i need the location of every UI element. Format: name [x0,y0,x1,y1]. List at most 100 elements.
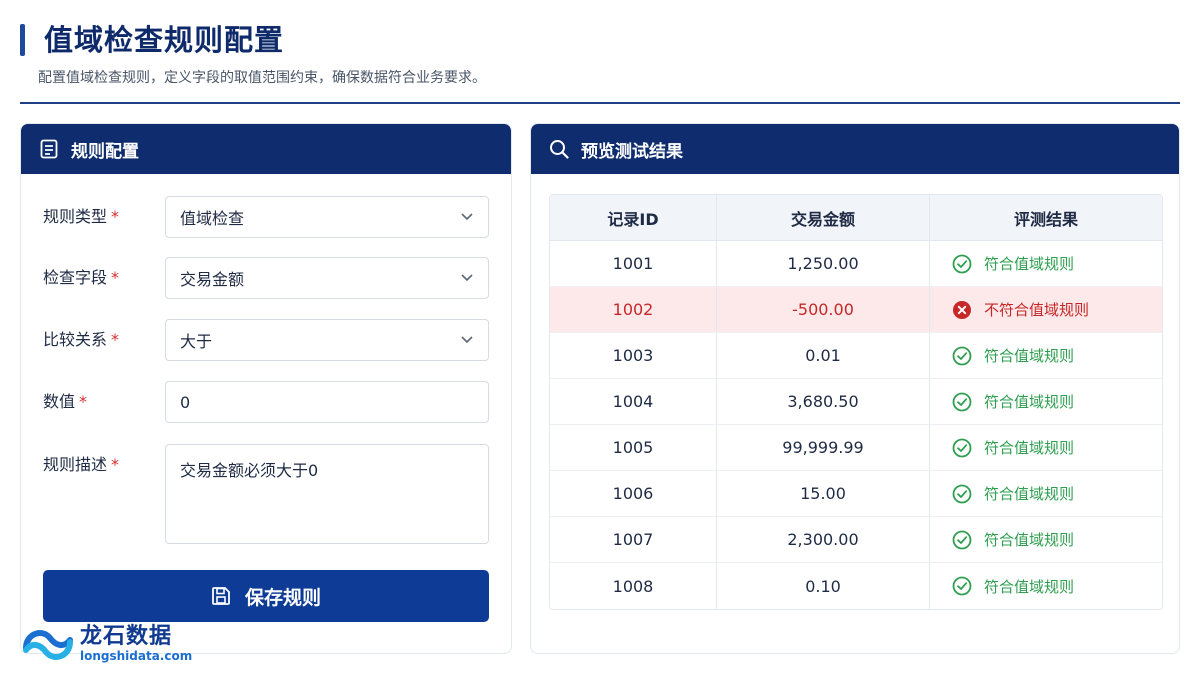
form-row-rule-type: 规则类型 * 值域检查 [43,196,489,238]
result-text: 符合值域规则 [984,393,1075,411]
result-cell: 符合值域规则 [930,241,1162,286]
rule-type-label: 规则类型 * [43,207,120,226]
table-row[interactable]: 1004 3,680.50 符合值域规则 [550,379,1162,425]
preview-result-panel: 预览测试结果 记录ID 交易金额 评测结果 1001 1,250.00 符合值域规则… [530,123,1180,654]
result-indicator: 符合值域规则 [952,576,1074,597]
amount-cell: 0.01 [717,333,930,378]
comparison-select[interactable]: 大于 [165,319,489,361]
amount-cell: -500.00 [717,287,930,332]
result-text: 符合值域规则 [984,531,1075,549]
preview-panel-title: 预览测试结果 [581,141,683,162]
record-id-cell: 1004 [550,379,717,424]
amount-cell: 0.10 [717,563,930,609]
table-row[interactable]: 1005 99,999.99 符合值域规则 [550,425,1162,471]
save-rule-button[interactable]: 保存规则 [43,570,489,622]
table-header: 记录ID 交易金额 评测结果 [550,195,1162,241]
comparison-value: 大于 [180,332,213,351]
number-value: 0 [180,392,191,412]
number-label: 数值 * [43,392,88,411]
record-id-cell: 1005 [550,425,717,470]
result-text: 不符合值域规则 [984,301,1090,319]
save-rule-label: 保存规则 [244,586,321,609]
document-icon [39,139,59,159]
result-text: 符合值域规则 [984,439,1075,457]
title-accent-bar [20,24,25,56]
description-value: 交易金额必须大于0 [180,461,319,480]
result-indicator: 符合值域规则 [952,253,1074,274]
result-indicator: 符合值域规则 [952,483,1074,504]
check-circle-icon [952,254,972,274]
rule-config-panel-header: 规则配置 [21,124,511,174]
preview-panel-header: 预览测试结果 [531,124,1179,174]
form-row-comparison: 比较关系 * 大于 [43,319,489,361]
table-row[interactable]: 1002 -500.00 不符合值域规则 [550,287,1162,333]
result-cell: 符合值域规则 [930,333,1162,378]
check-circle-icon [952,484,972,504]
table-row[interactable]: 1003 0.01 符合值域规则 [550,333,1162,379]
result-cell: 符合值域规则 [930,471,1162,516]
record-id-cell: 1008 [550,563,717,609]
form-row-number: 数值 * 0 [43,381,489,423]
required-mark: * [79,392,88,411]
logo-url: longshidata.com [80,649,193,663]
rule-type-value: 值域检查 [180,209,245,228]
amount-cell: 3,680.50 [717,379,930,424]
amount-cell: 99,999.99 [717,425,930,470]
number-input[interactable]: 0 [165,381,489,423]
form-row-description: 规则描述 * 交易金额必须大于0 [43,444,489,544]
result-indicator: 不符合值域规则 [952,299,1089,320]
result-text: 符合值域规则 [984,255,1075,273]
column-header-result[interactable]: 评测结果 [930,195,1162,240]
check-circle-icon [952,576,972,596]
description-textarea[interactable]: 交易金额必须大于0 [165,444,489,544]
results-table: 记录ID 交易金额 评测结果 1001 1,250.00 符合值域规则 1002 -50… [549,194,1163,610]
result-cell: 符合值域规则 [930,563,1162,609]
comparison-label: 比较关系 * [43,330,120,349]
page-title: 值域检查规则配置 [44,23,285,57]
table-body: 1001 1,250.00 符合值域规则 1002 -500.00 不符合值域规则 1003… [550,241,1162,609]
result-text: 符合值域规则 [984,485,1075,503]
check-field-select[interactable]: 交易金额 [165,257,489,299]
check-field-label: 检查字段 * [43,268,120,287]
form-row-check-field: 检查字段 * 交易金额 [43,257,489,299]
save-icon [211,586,231,606]
page-subtitle: 配置值域检查规则，定义字段的取值范围约束，确保数据符合业务要求。 [38,70,486,86]
result-cell: 符合值域规则 [930,425,1162,470]
required-mark: * [111,455,120,474]
check-circle-icon [952,530,972,550]
record-id-cell: 1002 [550,287,717,332]
header-divider [20,102,1180,104]
record-id-cell: 1003 [550,333,717,378]
table-row[interactable]: 1008 0.10 符合值域规则 [550,563,1162,609]
result-indicator: 符合值域规则 [952,391,1074,412]
amount-cell: 15.00 [717,471,930,516]
description-label: 规则描述 * [43,455,120,474]
result-text: 符合值域规则 [984,347,1075,365]
table-row[interactable]: 1001 1,250.00 符合值域规则 [550,241,1162,287]
amount-cell: 1,250.00 [717,241,930,286]
chevron-down-icon [460,210,474,224]
check-circle-icon [952,346,972,366]
required-mark: * [111,268,120,287]
required-mark: * [111,330,120,349]
table-row[interactable]: 1006 15.00 符合值域规则 [550,471,1162,517]
rule-type-select[interactable]: 值域检查 [165,196,489,238]
record-id-cell: 1001 [550,241,717,286]
result-cell: 不符合值域规则 [930,287,1162,332]
result-cell: 符合值域规则 [930,379,1162,424]
amount-cell: 2,300.00 [717,517,930,562]
logo-mark-icon [23,630,73,660]
table-row[interactable]: 1007 2,300.00 符合值域规则 [550,517,1162,563]
column-header-id[interactable]: 记录ID [550,195,717,240]
search-icon [549,139,569,159]
record-id-cell: 1007 [550,517,717,562]
logo-name: 龙石数据 [80,624,173,649]
rule-config-panel: 规则配置 规则类型 * 值域检查 检查字段 * 交易金额 比较关系 * 大于 数值 * … [20,123,512,654]
rule-config-panel-title: 规则配置 [71,141,139,162]
error-circle-icon [952,300,972,320]
column-header-amount[interactable]: 交易金额 [717,195,930,240]
check-circle-icon [952,392,972,412]
chevron-down-icon [460,333,474,347]
result-indicator: 符合值域规则 [952,345,1074,366]
result-indicator: 符合值域规则 [952,437,1074,458]
